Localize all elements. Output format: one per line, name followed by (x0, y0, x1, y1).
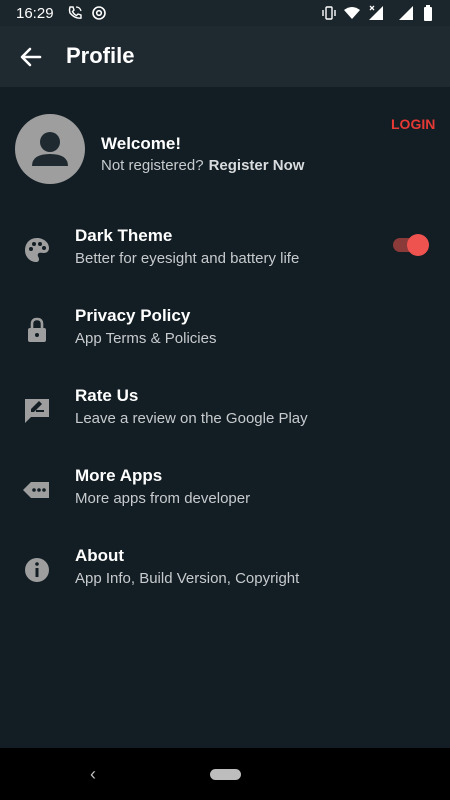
wifi-call-icon (68, 6, 82, 19)
setting-label: About (75, 546, 125, 565)
profile-header: Welcome! Not registered? Register Now LOG… (0, 87, 450, 207)
setting-description: App Info, Build Version, Copyright (75, 570, 300, 587)
battery-icon (424, 5, 432, 21)
setting-description: Better for eyesight and battery life (75, 250, 300, 267)
registration-status: Not registered? Register Now (101, 157, 304, 174)
setting-about[interactable]: About App Info, Build Version, Copyright (0, 538, 450, 618)
dark-theme-toggle[interactable] (393, 232, 431, 256)
avatar[interactable] (15, 114, 85, 184)
setting-description: App Terms & Policies (75, 330, 217, 347)
setting-dark-theme[interactable]: Dark Theme Better for eyesight and batte… (0, 218, 450, 298)
status-time: 16:29 (16, 5, 54, 22)
nav-back-icon[interactable]: ‹ (90, 764, 96, 785)
setting-privacy-policy[interactable]: Privacy Policy App Terms & Policies (0, 298, 450, 378)
system-nav-bar: ‹ (0, 748, 450, 800)
person-icon (32, 132, 68, 166)
palette-icon (25, 238, 49, 262)
not-registered-text: Not registered? (101, 157, 204, 174)
rate-review-icon (25, 399, 49, 423)
vibrate-icon (322, 6, 336, 20)
setting-label: More Apps (75, 466, 163, 485)
login-button[interactable]: LOGIN (391, 116, 435, 132)
info-icon (25, 558, 49, 582)
setting-description: Leave a review on the Google Play (75, 410, 308, 427)
welcome-text: Welcome! (101, 134, 181, 153)
nav-home-pill[interactable] (210, 769, 241, 780)
signal-x-icon (369, 5, 383, 20)
wifi-icon (344, 7, 360, 19)
setting-description: More apps from developer (75, 490, 251, 507)
register-now-link[interactable]: Register Now (209, 157, 305, 174)
page-title: Profile (66, 43, 135, 68)
toggle-knob (407, 234, 429, 256)
at-sign-icon (92, 6, 106, 20)
setting-rate-us[interactable]: Rate Us Leave a review on the Google Pla… (0, 378, 450, 458)
lock-icon (28, 317, 46, 342)
setting-label: Dark Theme (75, 226, 173, 245)
status-bar: 16:29 (0, 0, 450, 26)
setting-more-apps[interactable]: More Apps More apps from developer (0, 458, 450, 538)
more-apps-icon (23, 482, 49, 498)
signal-icon (399, 6, 413, 20)
app-bar: Profile (0, 26, 450, 87)
setting-label: Rate Us (75, 386, 139, 405)
back-arrow-icon[interactable] (18, 44, 44, 70)
setting-label: Privacy Policy (75, 306, 191, 325)
